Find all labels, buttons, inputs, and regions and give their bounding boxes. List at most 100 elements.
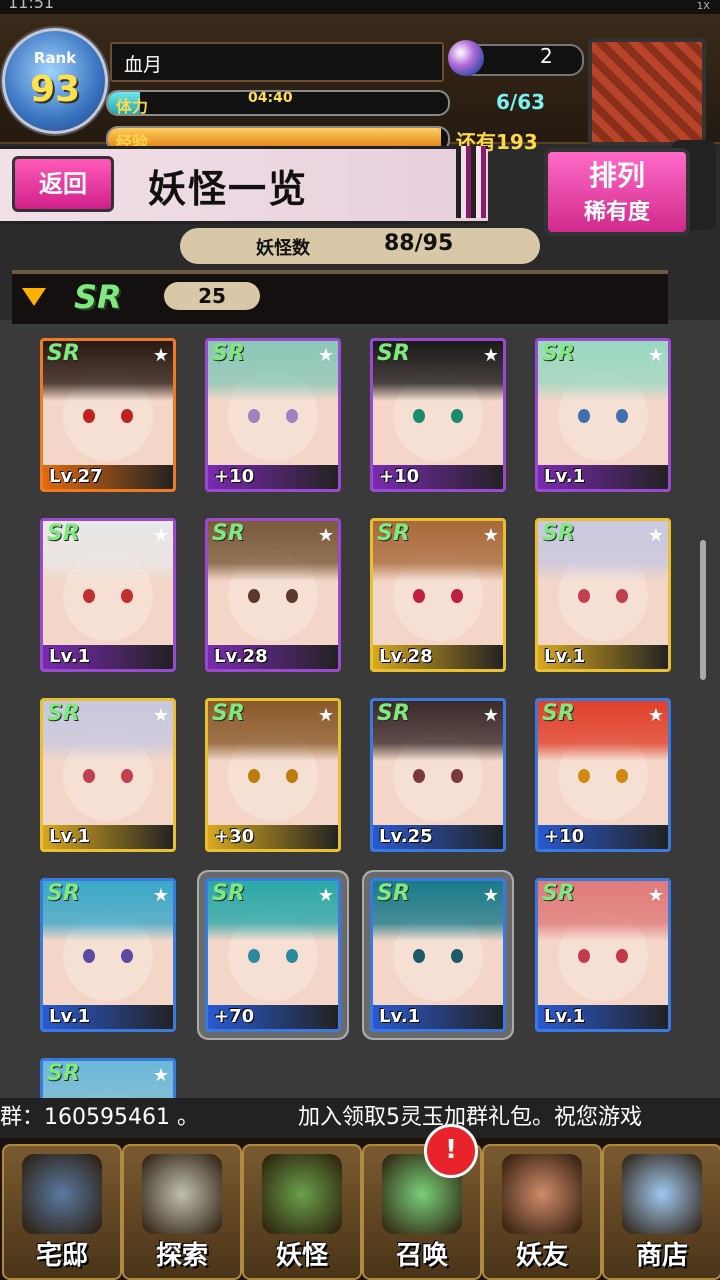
monster-card[interactable]: SR ★ Lv.28 [370,518,506,672]
eye [286,769,298,783]
rarity-section-header[interactable]: SR 25 [12,270,668,324]
monster-card[interactable]: SR ★ +10 [370,338,506,492]
nav-button-1[interactable]: 探索 [122,1144,242,1280]
signal-indicator: 1X [696,1,710,12]
nav-button-0[interactable]: 宅邸 [2,1144,122,1280]
rarity-badge: SR [542,701,575,726]
rarity-badge: SR [212,881,245,906]
eye [83,949,95,963]
star-icon: ★ [647,885,664,906]
card-level: Lv.1 [49,1006,91,1027]
eye [451,409,463,423]
sort-label: 排列 [588,159,645,192]
monster-card[interactable]: SR ★ Lv.1 [535,338,671,492]
rarity-count: 25 [164,282,260,310]
alert-badge: ! [424,1124,478,1178]
card-level: Lv.28 [379,646,433,667]
nav-label: 探索 [155,1241,208,1271]
monster-card[interactable]: SR ★ +70 [205,878,341,1032]
star-icon: ★ [482,885,499,906]
eye [121,409,133,423]
eye [413,409,425,423]
nav-button-4[interactable]: 妖友 [482,1144,602,1280]
monster-card[interactable]: SR ★ Lv.1 [535,878,671,1032]
card-level: Lv.1 [379,1006,421,1027]
nav-label: 商店 [635,1241,688,1271]
eye [286,409,298,423]
card-level: +10 [379,466,420,487]
rarity-badge: SR [212,521,245,546]
card-level: Lv.1 [49,826,91,847]
rarity-badge: SR [212,341,245,366]
eye [578,949,590,963]
nav-button-2[interactable]: 妖怪 [242,1144,362,1280]
star-icon: ★ [482,705,499,726]
rarity-badge: SR [377,701,410,726]
rank-label: Rank [33,49,77,67]
monster-count-value: 88/95 [384,231,454,256]
eye [616,769,628,783]
rarity-badge: SR [47,521,80,546]
monster-card[interactable]: SR ★ Lv.27 [40,338,176,492]
back-button[interactable]: 返回 [12,156,114,212]
eye [121,589,133,603]
rank-badge[interactable]: Rank 93 [2,28,108,134]
star-icon: ★ [647,705,664,726]
friend-icon [502,1154,582,1234]
eye [286,949,298,963]
star-icon: ★ [152,885,169,906]
sort-value: 稀有度 [583,200,650,225]
gift-chest-icon[interactable] [588,38,706,146]
card-level: Lv.1 [544,1006,586,1027]
eye [248,589,260,603]
rarity-badge: SR [377,341,410,366]
stamina-bar: 体力 04:40 [106,90,450,116]
monster-card[interactable]: SR ★ Lv.1 [40,878,176,1032]
rarity-badge: SR [542,521,575,546]
eye [578,589,590,603]
mansion-icon [22,1154,102,1234]
card-level: +10 [544,826,585,847]
stamina-count: 6/63 [496,90,546,114]
stamina-label: 体力 [116,97,149,116]
rarity-label: SR [74,278,122,316]
monster-card[interactable]: SR ★ +10 [205,338,341,492]
monster-card[interactable]: SR ★ Lv.1 [40,698,176,852]
scrollbar[interactable] [700,540,706,680]
monster-card[interactable]: SR ★ Lv.1 [40,518,176,672]
eye [248,949,260,963]
card-level: Lv.1 [49,646,91,667]
star-icon: ★ [152,1065,169,1086]
card-level: Lv.27 [49,466,103,487]
player-name-box: 血月 [110,42,444,82]
star-icon: ★ [482,345,499,366]
nav-button-5[interactable]: 商店 [602,1144,720,1280]
eye [83,589,95,603]
monster-card[interactable]: SR ★ Lv.28 [205,518,341,672]
nav-label: 召唤 [395,1241,448,1271]
eye [286,589,298,603]
card-level: Lv.1 [544,466,586,487]
eye [248,769,260,783]
card-level: +70 [214,1006,255,1027]
card-level: Lv.25 [379,826,433,847]
monster-card[interactable]: SR ★ Lv.1 [535,518,671,672]
nav-label: 妖友 [515,1241,568,1271]
monster-card[interactable]: SR ★ Lv.25 [370,698,506,852]
rank-number: 93 [29,69,81,110]
monster-card[interactable]: SR ★ +30 [205,698,341,852]
star-icon: ★ [482,525,499,546]
clock: 11:51 [8,0,55,12]
news-ticker: 群：160595461 。 加入领取5灵玉加群礼包。祝您游戏 [0,1098,720,1138]
star-icon: ★ [152,705,169,726]
monster-count-label: 妖怪数 [256,238,310,259]
monster-card[interactable]: SR ★ Lv.1 [370,878,506,1032]
monster-card[interactable]: SR ★ +10 [535,698,671,852]
player-name: 血月 [124,54,163,76]
eye [83,409,95,423]
rarity-badge: SR [377,521,410,546]
sort-button[interactable]: 排列 稀有度 [544,148,690,236]
stamina-timer: 04:40 [248,90,293,106]
collapse-arrow-icon[interactable] [22,288,46,306]
star-icon: ★ [317,525,334,546]
